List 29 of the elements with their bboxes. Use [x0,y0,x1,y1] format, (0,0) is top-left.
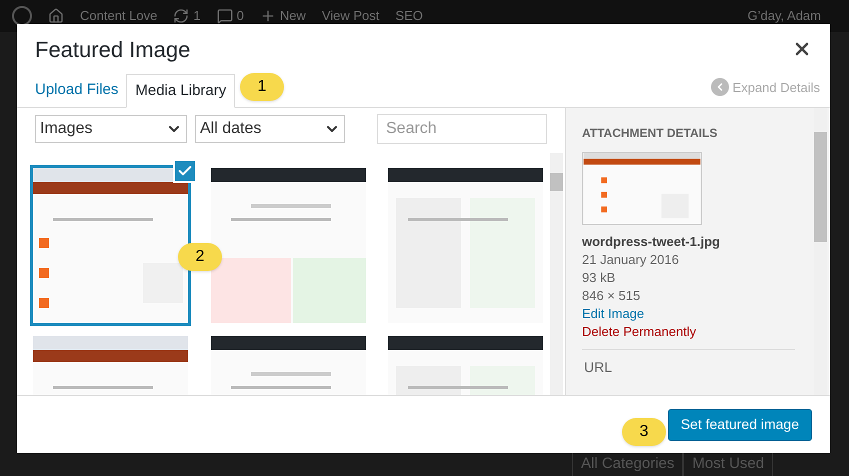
greeting-link[interactable]: G’day, Adam [748,6,821,26]
image-dimensions: 846 × 515 [582,287,642,305]
new-link[interactable]: New [280,6,306,26]
url-label: URL [584,358,614,376]
modal-tab[interactable]: Media Library [126,74,236,108]
home-icon[interactable] [48,8,64,24]
comments-count[interactable]: 0 [236,6,244,26]
edit-image-link[interactable]: Edit Image [582,305,830,323]
selected-check-icon[interactable] [173,159,197,183]
updates-icon[interactable] [173,8,190,24]
new-icon[interactable] [260,8,276,24]
delete-permanently-link[interactable]: Delete Permanently [582,323,830,341]
details-heading: ATTACHMENT DETAILS [582,125,718,142]
comments-icon[interactable] [216,8,233,24]
view-post-link[interactable]: View Post [322,6,380,26]
search-field[interactable]: Search [377,114,547,144]
site-name-link[interactable]: Content Love [80,6,158,26]
expand-details-link[interactable]: Expand Details [732,78,820,97]
type-filter-select[interactable]: Images [35,115,187,143]
file-size: 93 kB [582,269,616,287]
modal-tab[interactable]: Upload Files [27,73,126,107]
updates-count[interactable]: 1 [193,6,201,26]
modal-title: Featured Image [35,36,190,64]
seo-link[interactable]: SEO [395,6,423,26]
date-filter-select[interactable]: All dates [195,115,345,143]
grid-scrollbar[interactable] [550,153,563,395]
upload-date: 21 January 2016 [582,251,680,269]
set-featured-image-button[interactable]: Set featured image [668,408,812,440]
filename: wordpress-tweet-1.jpg [582,233,721,251]
